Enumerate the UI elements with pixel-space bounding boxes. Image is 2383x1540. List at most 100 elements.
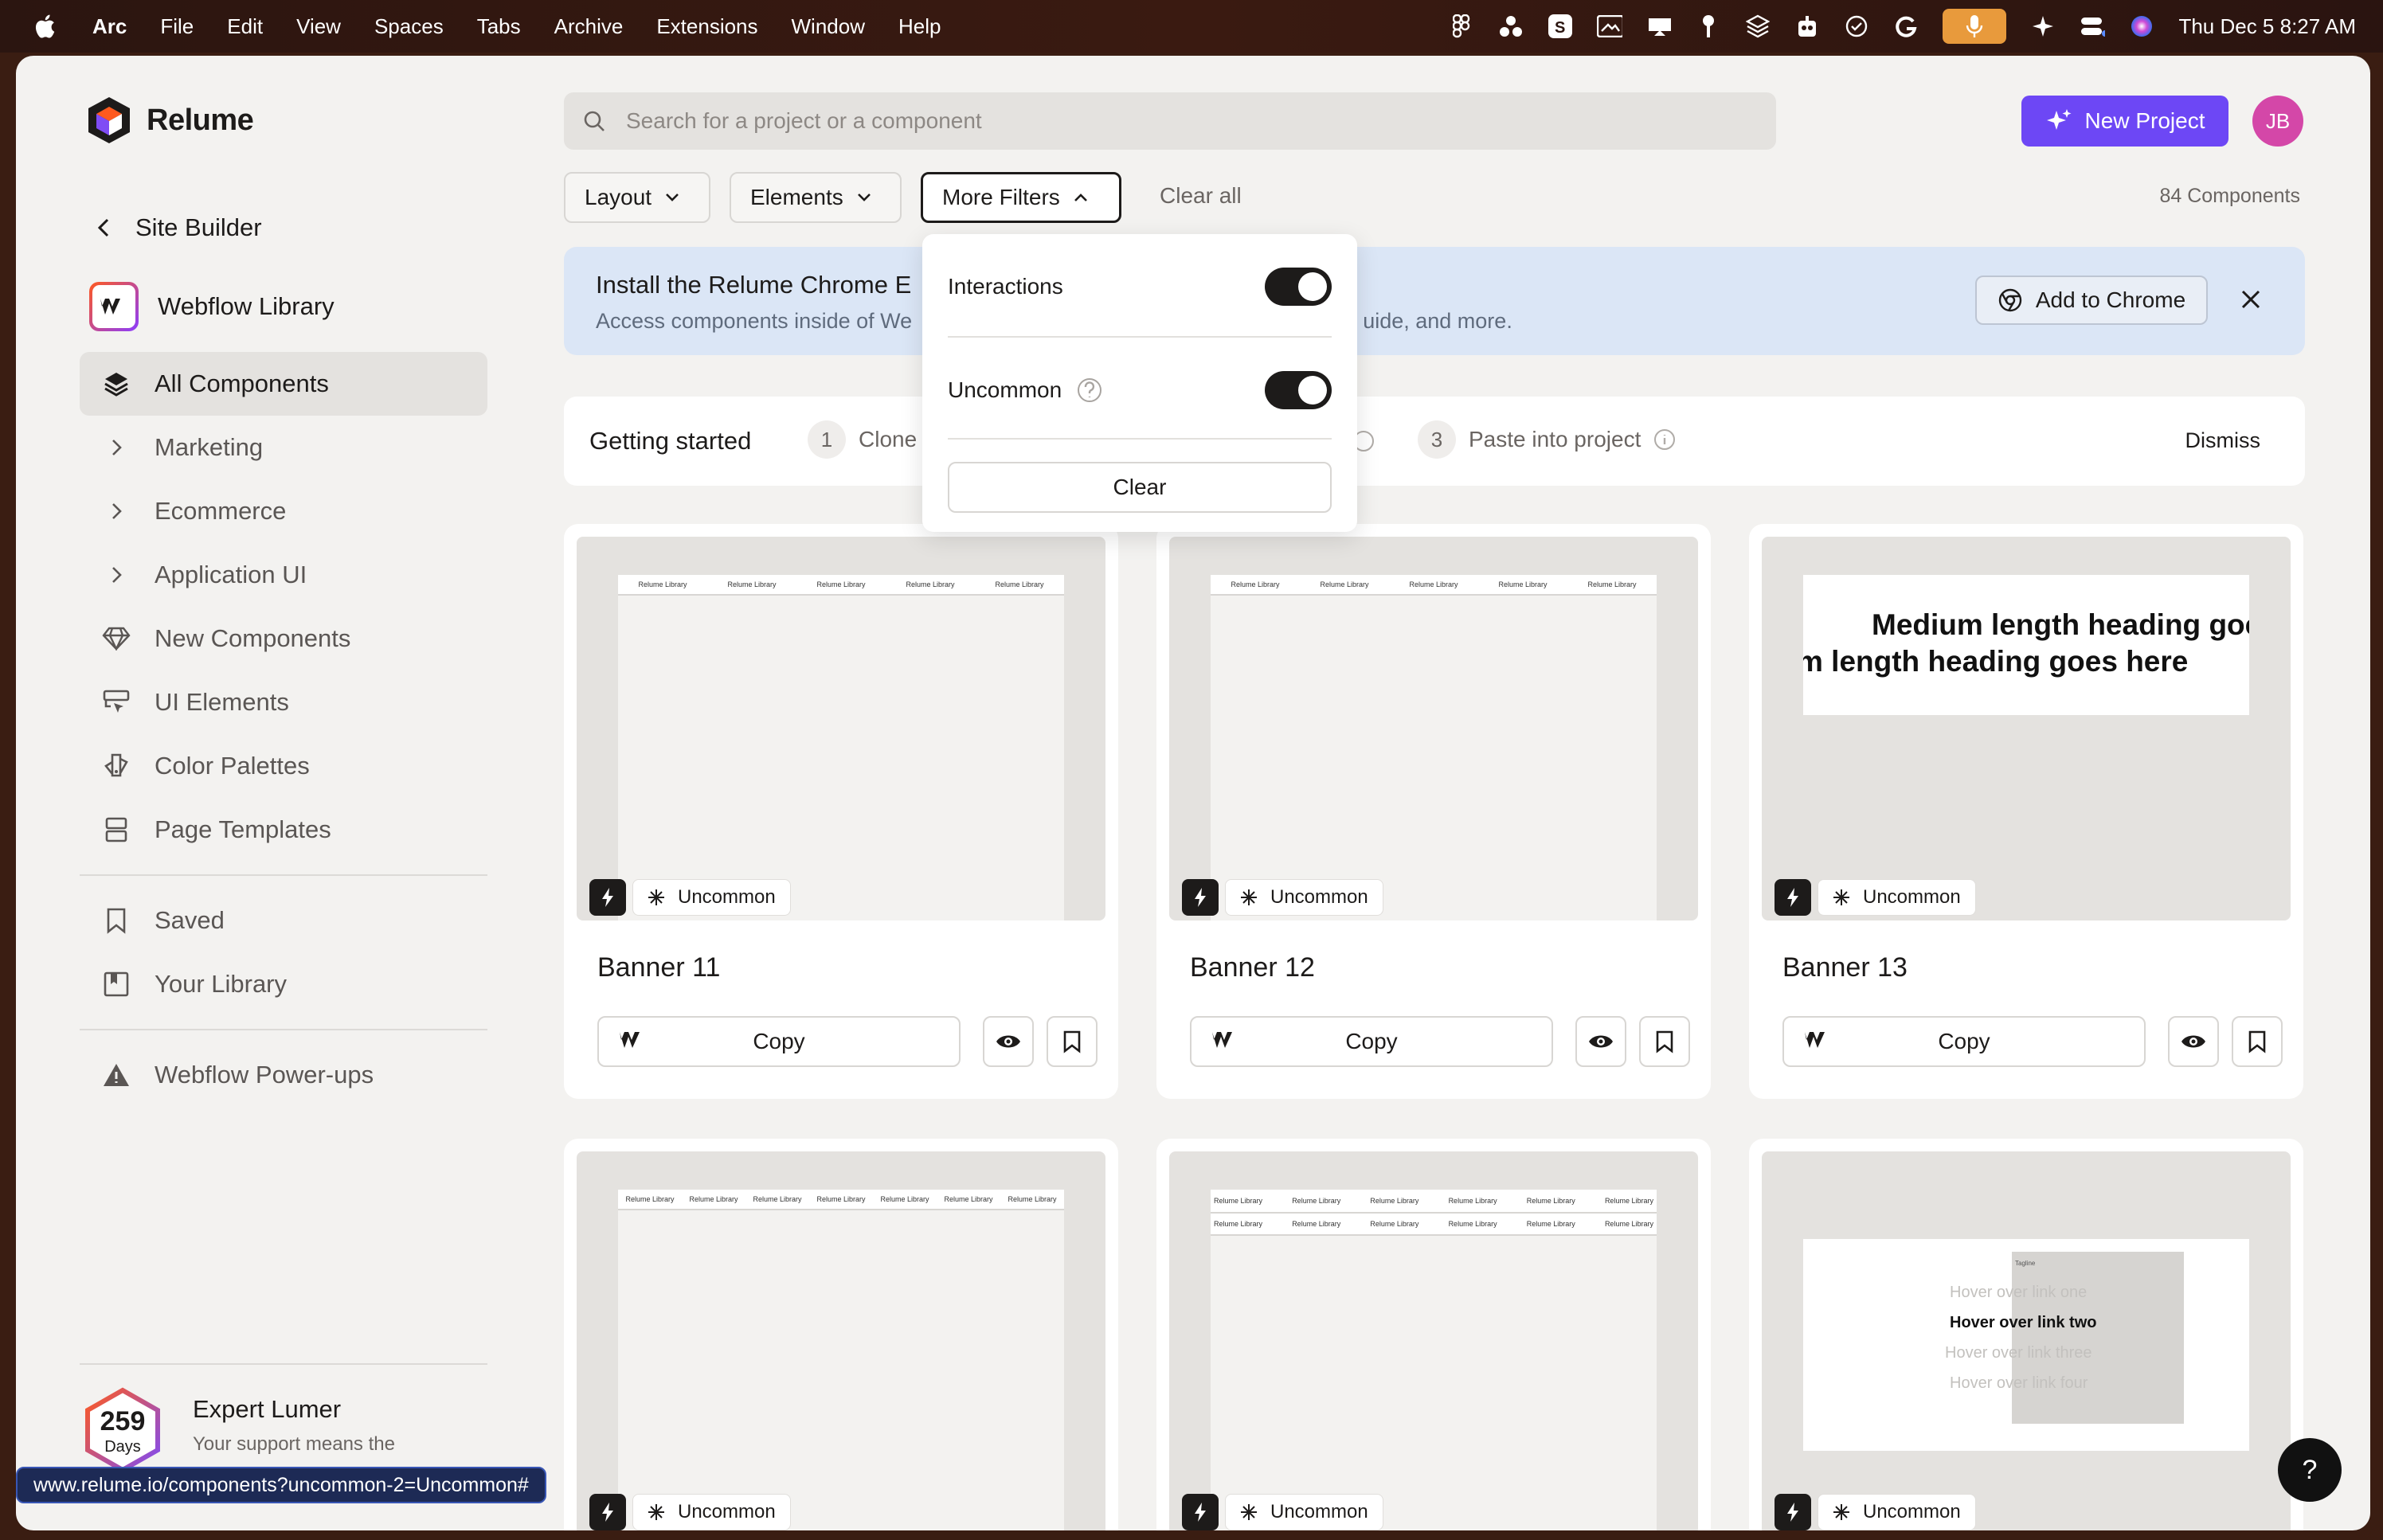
card-tags: Uncommon [1182, 879, 1383, 916]
relume-logo[interactable]: Relume [86, 96, 254, 145]
layers-menu-icon[interactable] [1745, 14, 1771, 39]
screen-icon[interactable] [1597, 14, 1623, 39]
figma-icon[interactable] [1449, 14, 1474, 39]
microphone-icon[interactable] [1943, 9, 2007, 44]
menu-file[interactable]: File [160, 14, 194, 39]
clear-filters-button[interactable]: Clear [948, 462, 1332, 513]
menu-help[interactable]: Help [898, 14, 941, 39]
card-preview[interactable]: Tagline Hover over link one Hover over l… [1762, 1151, 2291, 1530]
asterisk-icon [648, 1504, 664, 1520]
expert-lumer-card[interactable]: 259 Days Expert Lumer Your support means… [80, 1387, 395, 1473]
chevron-down-icon [666, 193, 679, 201]
lightning-icon [589, 1494, 626, 1530]
clear-all-link[interactable]: Clear all [1160, 183, 1242, 209]
control-center-icon[interactable] [2080, 14, 2106, 39]
sidebar-item-webflow-powerups[interactable]: Webflow Power-ups [80, 1043, 487, 1107]
bookmark-button[interactable] [2232, 1016, 2283, 1067]
sparkle-menu-icon[interactable] [2030, 14, 2056, 39]
robot-icon[interactable] [1794, 14, 1820, 39]
add-to-chrome-button[interactable]: Add to Chrome [1975, 276, 2208, 325]
card-preview[interactable]: Relume Library Relume Library Relume Libra… [577, 1151, 1105, 1530]
three-dots-icon[interactable] [1498, 14, 1524, 39]
sidebar-item-color-palettes[interactable]: Color Palettes [80, 734, 487, 798]
menu-edit[interactable]: Edit [227, 14, 263, 39]
menu-spaces[interactable]: Spaces [374, 14, 444, 39]
sidebar-item-label: Your Library [155, 970, 288, 998]
sidebar-item-new-components[interactable]: New Components [80, 607, 487, 670]
menu-archive[interactable]: Archive [554, 14, 624, 39]
s-app-icon[interactable]: S [1548, 14, 1573, 39]
copy-button[interactable]: Copy [597, 1016, 961, 1067]
menu-app-name[interactable]: Arc [92, 14, 127, 39]
siri-icon[interactable] [2129, 14, 2154, 39]
sidebar-item-marketing[interactable]: Marketing [80, 416, 487, 479]
lightning-icon [589, 879, 626, 916]
card-preview[interactable]: Medium length heading goes m length head… [1762, 537, 2291, 920]
bookmark-button[interactable] [1047, 1016, 1098, 1067]
sidebar-item-your-library[interactable]: Your Library [80, 952, 487, 1016]
card-preview[interactable]: Relume Library Relume Library Relume Libra… [1169, 1151, 1698, 1530]
preview-eye-button[interactable] [1575, 1016, 1626, 1067]
uncommon-label: Uncommon [948, 377, 1062, 402]
check-circle-icon[interactable] [1844, 14, 1869, 39]
help-circle-icon[interactable] [1076, 377, 1103, 404]
component-card[interactable]: Tagline Hover over link one Hover over l… [1749, 1139, 2303, 1530]
bookmark-icon [2248, 1030, 2266, 1053]
grammarly-icon[interactable] [1893, 14, 1919, 39]
sidebar-item-ui-elements[interactable]: UI Elements [80, 670, 487, 734]
info-icon[interactable] [1653, 428, 1676, 451]
card-title: Banner 11 [597, 952, 721, 983]
more-filters-button[interactable]: More Filters [921, 172, 1121, 223]
card-preview[interactable]: Relume Library Relume Library Relume Libra… [577, 537, 1105, 920]
step-number: 1 [808, 420, 846, 459]
component-card[interactable]: Medium length heading goes m length head… [1749, 524, 2303, 1099]
menu-extensions[interactable]: Extensions [656, 14, 757, 39]
component-card[interactable]: Relume Library Relume Library Relume Libra… [1156, 524, 1711, 1099]
dismiss-button[interactable]: Dismiss [2185, 428, 2261, 453]
search-input[interactable] [624, 107, 1580, 135]
interactions-filter-row[interactable]: Interactions [948, 261, 1332, 312]
step-label: Paste into project [1469, 427, 1641, 451]
user-avatar[interactable]: JB [2252, 96, 2303, 147]
step-label: Clone [859, 427, 918, 451]
palette-icon [100, 750, 132, 782]
sidebar-item-label: Ecommerce [155, 497, 287, 525]
menu-tabs[interactable]: Tabs [477, 14, 521, 39]
card-tags: Uncommon [1775, 879, 1976, 916]
sidebar-item-page-templates[interactable]: Page Templates [80, 798, 487, 862]
sidebar-item-all-components[interactable]: All Components [80, 352, 487, 416]
interactions-toggle[interactable] [1265, 268, 1332, 306]
search-bar[interactable] [564, 92, 1776, 150]
preview-eye-button[interactable] [983, 1016, 1034, 1067]
preview-page: Relume Library Relume Library Relume Libra… [618, 575, 1064, 920]
display-icon[interactable] [1646, 14, 1672, 39]
copy-button[interactable]: Copy [1190, 1016, 1553, 1067]
apple-icon[interactable] [32, 12, 61, 41]
component-card[interactable]: Relume Library Relume Library Relume Libra… [1156, 1139, 1711, 1530]
chrome-extension-banner: Install the Relume Chrome E Access compo… [564, 247, 2305, 355]
new-project-button[interactable]: New Project [2021, 96, 2228, 147]
sidebar-item-ecommerce[interactable]: Ecommerce [80, 479, 487, 543]
copy-button[interactable]: Copy [1782, 1016, 2146, 1067]
card-preview[interactable]: Relume Library Relume Library Relume Libra… [1169, 537, 1698, 920]
sidebar-item-saved[interactable]: Saved [80, 889, 487, 952]
elements-filter-button[interactable]: Elements [730, 172, 902, 223]
uncommon-filter-row[interactable]: Uncommon [948, 365, 1332, 416]
key-icon[interactable] [1696, 14, 1721, 39]
days-count: 259 [100, 1406, 146, 1436]
uncommon-toggle[interactable] [1265, 371, 1332, 409]
close-icon[interactable] [2233, 282, 2268, 317]
bookmark-button[interactable] [1639, 1016, 1690, 1067]
layout-filter-button[interactable]: Layout [564, 172, 710, 223]
sidebar-item-application-ui[interactable]: Application UI [80, 543, 487, 607]
help-button[interactable]: ? [2278, 1438, 2342, 1502]
layers-icon [100, 368, 132, 400]
menu-window[interactable]: Window [792, 14, 865, 39]
site-builder-back-link[interactable]: Site Builder [96, 213, 262, 242]
component-card[interactable]: Relume Library Relume Library Relume Libra… [564, 524, 1118, 1099]
component-card[interactable]: Relume Library Relume Library Relume Libra… [564, 1139, 1118, 1530]
webflow-library-header[interactable]: Webflow Library [89, 282, 335, 331]
menu-view[interactable]: View [296, 14, 341, 39]
menu-clock[interactable]: Thu Dec 5 8:27 AM [2178, 14, 2356, 39]
preview-eye-button[interactable] [2168, 1016, 2219, 1067]
